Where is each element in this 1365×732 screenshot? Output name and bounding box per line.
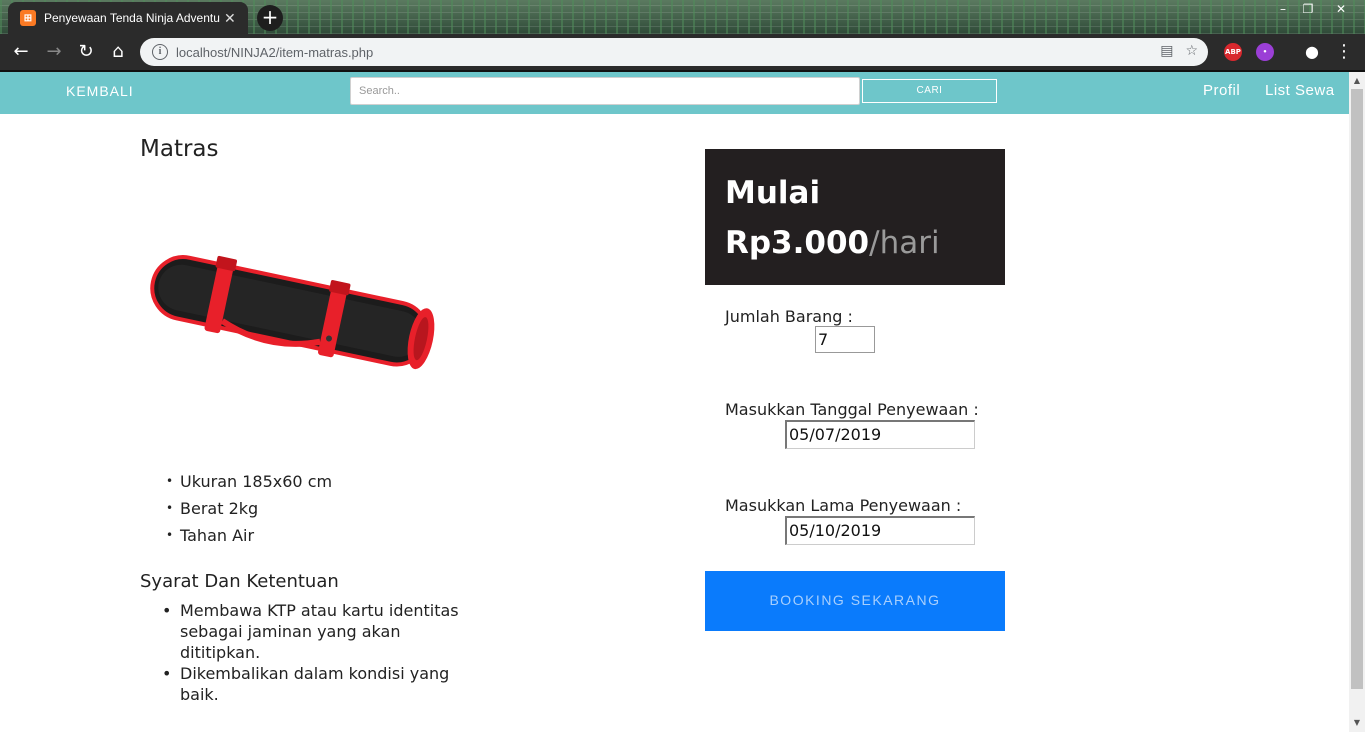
address-bar[interactable]: i localhost/NINJA2/item-matras.php ▤ ☆ — [140, 38, 1208, 66]
list-item: Membawa KTP atau kartu identitas sebagai… — [162, 600, 470, 663]
adblock-extension-icon[interactable]: ABP — [1224, 43, 1242, 61]
page-scrollbar[interactable]: ▲ ▼ — [1349, 72, 1365, 732]
price-amount: Rp3.000 — [725, 225, 870, 261]
search-input[interactable]: Search.. — [350, 77, 860, 105]
tab-close-icon[interactable]: ✕ — [224, 10, 236, 27]
rental-list-link[interactable]: List Sewa — [1265, 82, 1335, 99]
price-value: Rp3.000/hari — [725, 225, 940, 261]
back-arrow-icon[interactable]: ← — [10, 41, 32, 63]
quantity-input[interactable]: 7 — [815, 326, 875, 353]
home-icon[interactable]: ⌂ — [107, 41, 129, 63]
restore-icon[interactable]: ❐ — [1293, 0, 1323, 20]
browser-toolbar: ← → ↻ ⌂ i localhost/NINJA2/item-matras.p… — [0, 34, 1365, 72]
menu-kebab-icon[interactable]: ⋮ — [1333, 41, 1355, 63]
quantity-label: Jumlah Barang : — [725, 307, 853, 326]
site-info-icon[interactable]: i — [152, 44, 168, 60]
window-close-icon[interactable]: ✕ — [1326, 0, 1356, 20]
terms-heading: Syarat Dan Ketentuan — [140, 571, 339, 592]
list-item: Ukuran 185x60 cm — [166, 468, 332, 495]
profile-link[interactable]: Profil — [1203, 82, 1240, 99]
product-title: Matras — [140, 136, 219, 162]
duration-date-input[interactable]: 05/10/2019 — [785, 516, 975, 545]
list-item: Dikembalikan dalam kondisi yang baik. — [162, 663, 470, 705]
scroll-thumb[interactable] — [1351, 89, 1363, 689]
bookmark-star-icon[interactable]: ☆ — [1185, 43, 1198, 59]
site-navbar: KEMBALI Search.. CARI Profil List Sewa — [0, 72, 1349, 114]
scroll-down-icon[interactable]: ▼ — [1349, 716, 1365, 732]
browser-tab[interactable]: ⊞ Penyewaan Tenda Ninja Adventure ✕ — [8, 2, 248, 34]
forward-arrow-icon[interactable]: → — [43, 41, 65, 63]
new-tab-button[interactable]: + — [257, 5, 283, 31]
duration-label: Masukkan Lama Penyewaan : — [725, 496, 962, 515]
url-text[interactable]: localhost/NINJA2/item-matras.php — [176, 45, 373, 60]
search-button[interactable]: CARI — [862, 79, 997, 103]
back-link[interactable]: KEMBALI — [66, 83, 134, 99]
price-box: Mulai Rp3.000/hari — [705, 149, 1005, 285]
extension-icon[interactable]: • — [1256, 43, 1274, 61]
xampp-favicon-icon: ⊞ — [20, 10, 36, 26]
feature-list: Ukuran 185x60 cm Berat 2kg Tahan Air — [140, 468, 332, 549]
tab-title: Penyewaan Tenda Ninja Adventure — [44, 11, 220, 25]
terms-list: Membawa KTP atau kartu identitas sebagai… — [140, 600, 470, 705]
list-item: Tahan Air — [166, 522, 332, 549]
profile-account-icon[interactable]: ● — [1301, 41, 1323, 63]
list-item: Berat 2kg — [166, 495, 332, 522]
start-date-label: Masukkan Tanggal Penyewaan : — [725, 400, 979, 419]
price-label: Mulai — [725, 175, 821, 211]
sleeping-mat-image — [150, 255, 435, 370]
booking-button[interactable]: BOOKING SEKARANG — [705, 571, 1005, 631]
translate-icon[interactable]: ▤ — [1160, 43, 1173, 59]
scroll-up-icon[interactable]: ▲ — [1349, 72, 1365, 88]
start-date-input[interactable]: 05/07/2019 — [785, 420, 975, 449]
browser-tabstrip: ⊞ Penyewaan Tenda Ninja Adventure ✕ + – … — [0, 0, 1365, 34]
reload-icon[interactable]: ↻ — [75, 41, 97, 63]
price-unit: /hari — [869, 225, 940, 261]
